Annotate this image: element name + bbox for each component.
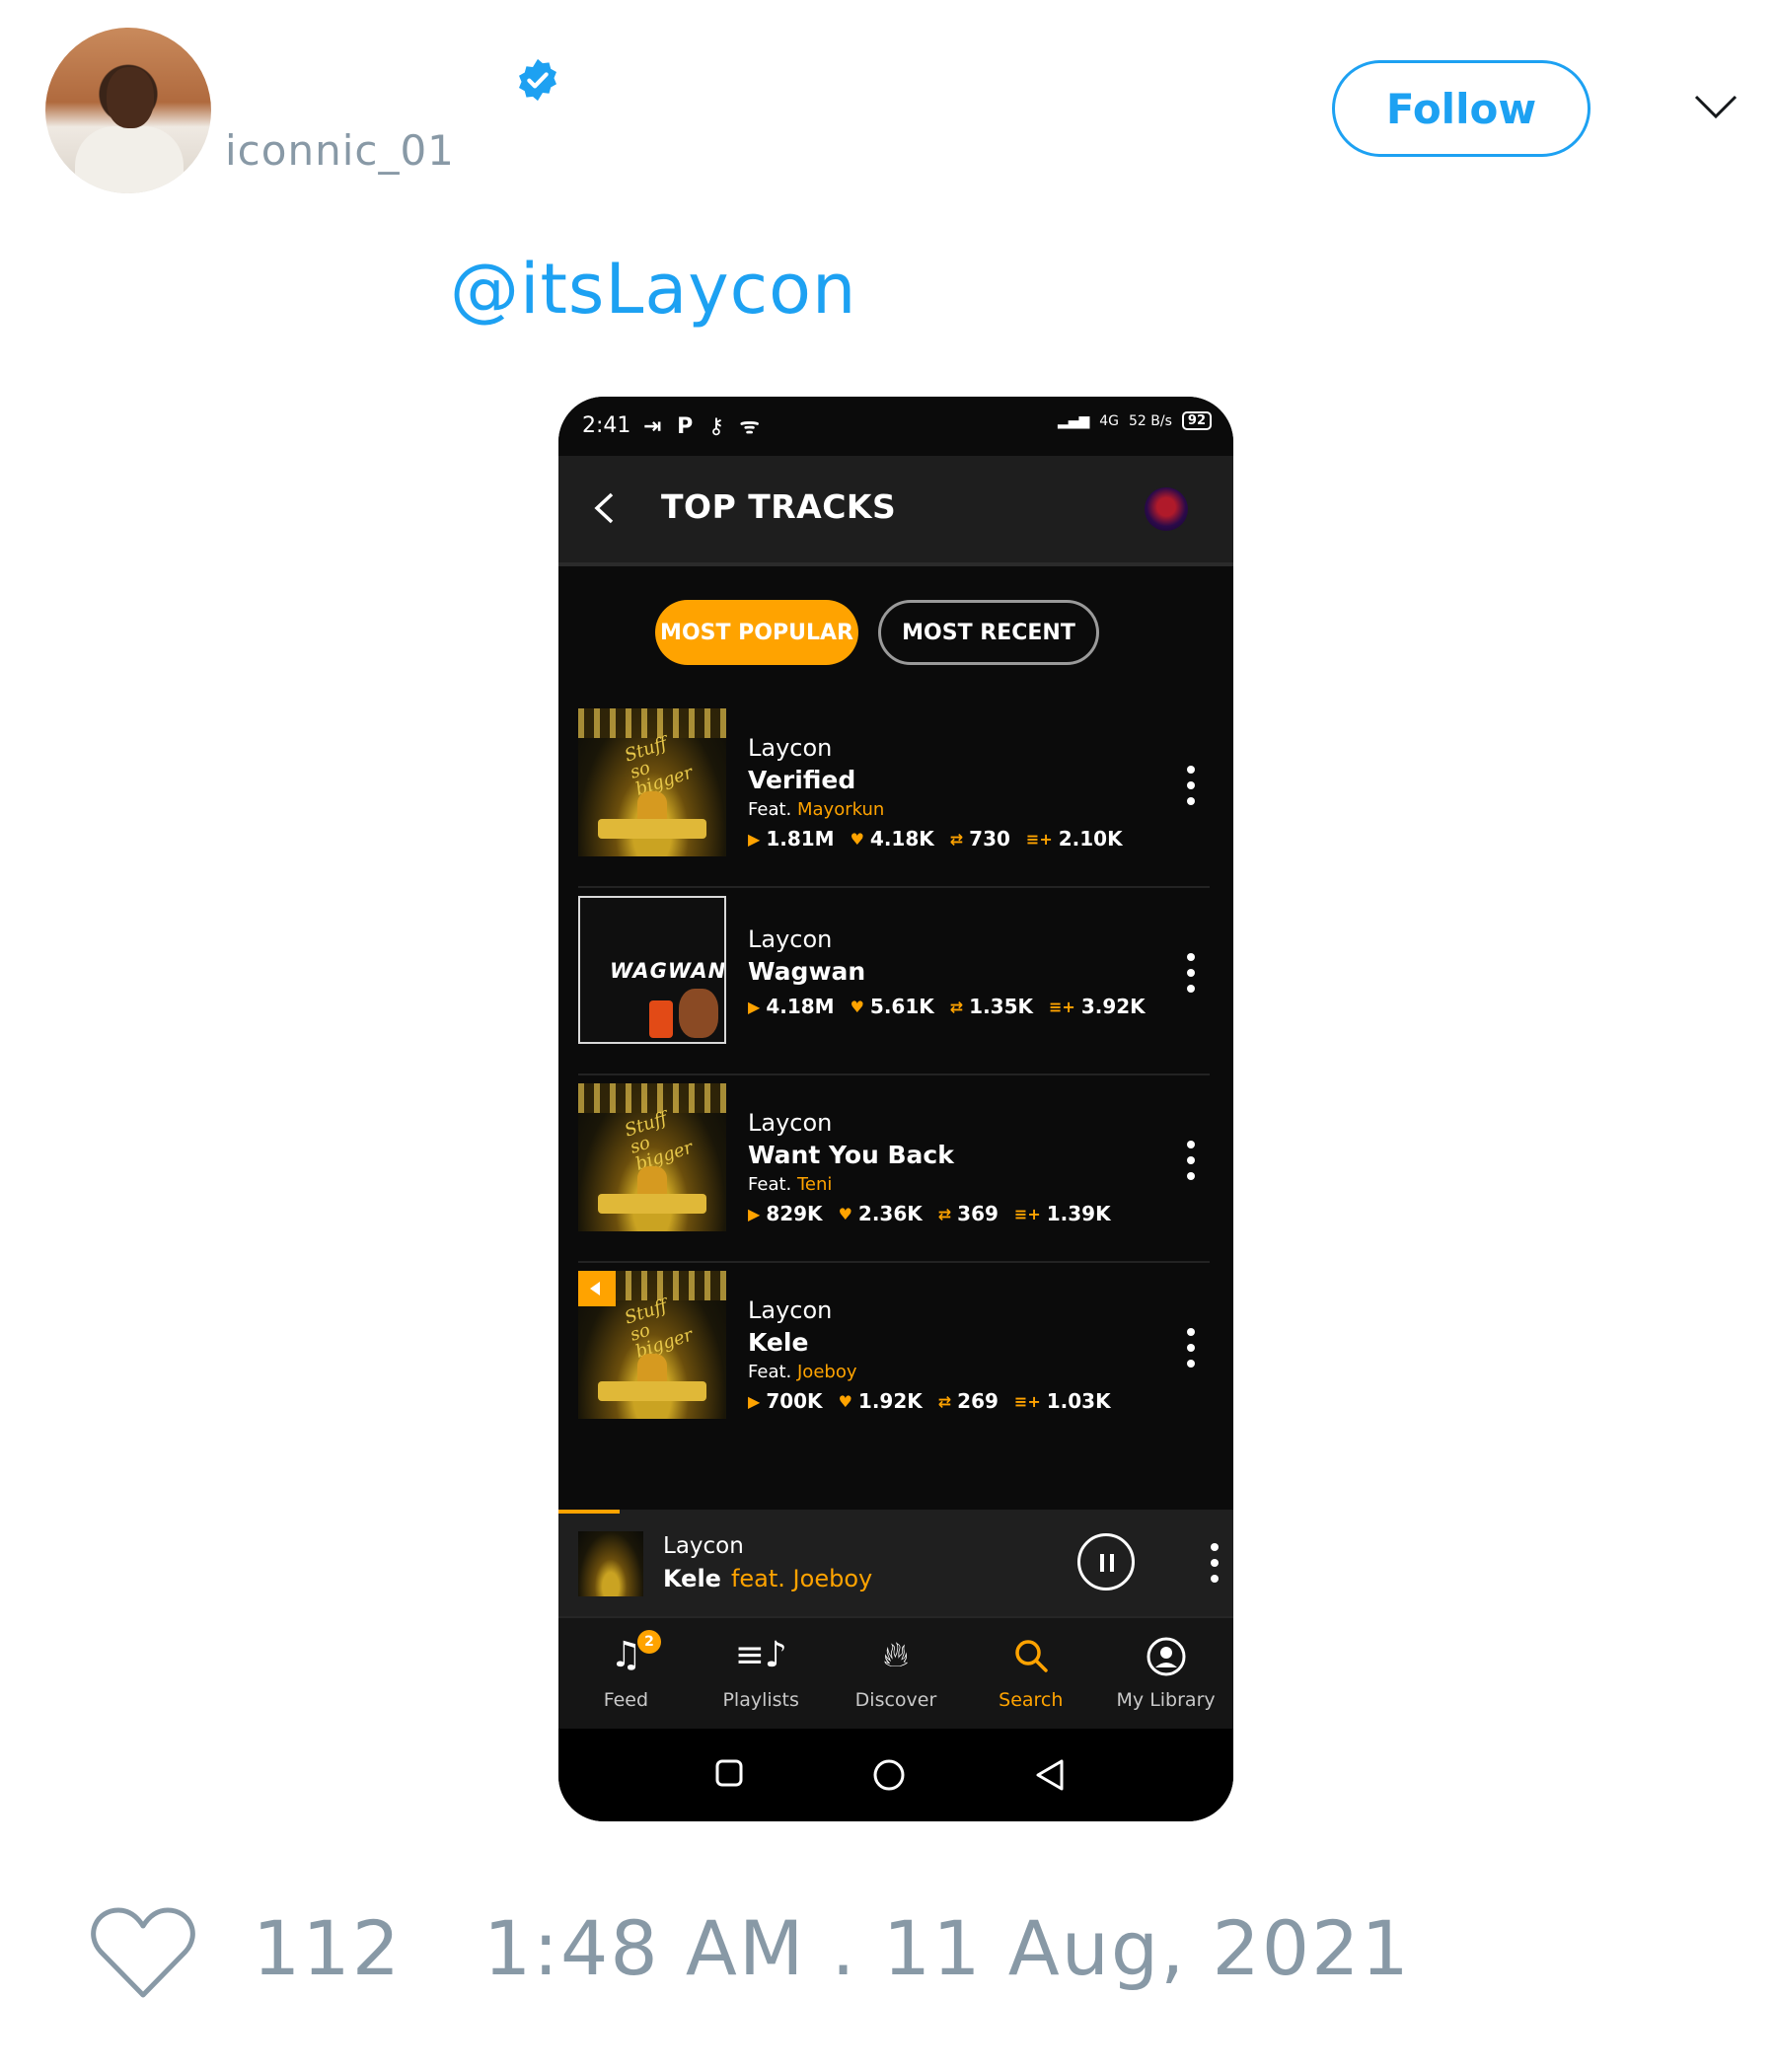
chevron-down-icon[interactable] (1692, 91, 1739, 120)
search-icon (1015, 1640, 1048, 1672)
nav-my-library[interactable]: My Library (1098, 1618, 1233, 1731)
featured-artist[interactable]: Joeboy (797, 1362, 857, 1382)
album-cover: Stuff so bigger (578, 1271, 726, 1419)
add-to-playlist-icon: ≡+ (1013, 1391, 1041, 1411)
track-title[interactable]: Wagwan (748, 957, 865, 986)
track-feat: Feat. Teni (748, 1174, 833, 1195)
add-to-playlist-icon: ≡+ (1025, 829, 1053, 849)
network-label: 4G (1099, 412, 1120, 429)
battery-icon: 92 (1181, 411, 1212, 430)
avatar-shirt (75, 126, 184, 193)
add-to-playlist-icon: ≡+ (1013, 1204, 1041, 1223)
track-stats: ▶ 4.18M ♥ 5.61K ⇄ 1.35K ≡+ 3.92K (748, 995, 1146, 1018)
avatar-head (107, 67, 154, 128)
mention-link[interactable]: @itsLaycon (450, 249, 856, 330)
nav-playlists[interactable]: ≡♪ Playlists (694, 1618, 829, 1731)
status-right-icons: ▂▄▆ 4G 52 B/s 92 (1058, 411, 1212, 430)
now-playing-icon (578, 1271, 616, 1306)
mini-player-artist: Laycon (663, 1533, 744, 1559)
nav-search[interactable]: Search (963, 1618, 1098, 1731)
album-cover: Stuff so bigger (578, 708, 726, 856)
fire-icon: 🔥︎ (882, 1635, 910, 1675)
verified-badge-icon (519, 58, 556, 102)
track-title[interactable]: Kele (748, 1328, 808, 1357)
back-arrow-icon[interactable] (592, 491, 616, 525)
status-bar: 2:41 ⇥ P ⚷ ᯤ ▂▄▆ 4G 52 B/s 92 (558, 397, 1233, 456)
notification-badge: 2 (637, 1630, 661, 1654)
user-avatar[interactable] (45, 28, 211, 193)
status-time: 2:41 (582, 413, 631, 438)
sort-tabs: MOST POPULAR MOST RECENT (655, 600, 1099, 665)
track-row[interactable]: Stuff so bigger Laycon Kele Feat. Joeboy ▶… (578, 1261, 1210, 1448)
recents-icon[interactable] (714, 1758, 744, 1788)
repost-icon: ⇄ (949, 829, 964, 849)
track-title[interactable]: Verified (748, 766, 855, 794)
track-stats: ▶ 829K ♥ 2.36K ⇄ 369 ≡+ 1.39K (748, 1202, 1111, 1225)
playback-progress[interactable] (558, 1510, 620, 1514)
username[interactable]: iconnic_01 (225, 126, 455, 175)
track-title[interactable]: Want You Back (748, 1141, 954, 1169)
track-artist[interactable]: Laycon (748, 1109, 832, 1137)
tab-most-recent[interactable]: MOST RECENT (878, 600, 1099, 665)
more-options-icon[interactable] (1186, 953, 1196, 993)
track-stats: ▶ 700K ♥ 1.92K ⇄ 269 ≡+ 1.03K (748, 1389, 1111, 1413)
nav-discover[interactable]: 🔥︎ Discover (829, 1618, 964, 1731)
phone-screenshot: 2:41 ⇥ P ⚷ ᯤ ▂▄▆ 4G 52 B/s 92 TOP TRACKS… (558, 397, 1233, 1821)
status-left-icons: ⇥ P ⚷ ᯤ (643, 414, 764, 439)
heart-icon: ♥ (850, 829, 864, 849)
speed-label: 52 B/s (1129, 412, 1172, 429)
more-options-icon[interactable] (1186, 766, 1196, 805)
tab-most-popular[interactable]: MOST POPULAR (655, 600, 858, 665)
track-row[interactable]: WAGWAN Laycon Wagwan ▶ 4.18M ♥ 5.61K ⇄ 1.35… (578, 886, 1210, 1075)
mini-player[interactable]: Laycon Kele feat. Joeboy (558, 1510, 1233, 1616)
track-artist[interactable]: Laycon (748, 925, 832, 953)
repost-icon: ⇄ (949, 997, 964, 1016)
featured-artist[interactable]: Mayorkun (797, 799, 884, 820)
pause-button[interactable] (1077, 1533, 1135, 1591)
playlists-icon: ≡♪ (734, 1635, 787, 1675)
play-icon: ▶ (748, 1204, 761, 1223)
play-icon: ▶ (748, 997, 761, 1016)
signal-icon: ▂▄▆ (1057, 412, 1090, 429)
artist-avatar[interactable] (1145, 487, 1188, 531)
page-title: TOP TRACKS (661, 487, 897, 526)
tweet-timestamp[interactable]: 1:48 AM . 11 Aug, 2021 (483, 1904, 1411, 1992)
repost-icon: ⇄ (937, 1391, 952, 1411)
system-nav-bar (558, 1729, 1233, 1821)
more-options-icon[interactable] (1210, 1543, 1220, 1583)
more-options-icon[interactable] (1186, 1328, 1196, 1368)
album-cover: Stuff so bigger (578, 1083, 726, 1231)
cover-text: WAGWAN (610, 959, 726, 983)
mini-player-title: Kele feat. Joeboy (663, 1565, 873, 1592)
repost-icon: ⇄ (937, 1204, 952, 1223)
follow-button[interactable]: Follow (1332, 60, 1591, 157)
like-count: 112 (253, 1904, 403, 1992)
track-row[interactable]: Stuff so bigger Laycon Verified Feat. Mayo… (578, 699, 1210, 888)
track-artist[interactable]: Laycon (748, 734, 832, 762)
track-stats: ▶ 1.81M ♥ 4.18K ⇄ 730 ≡+ 2.10K (748, 827, 1123, 851)
bottom-nav: ♫ 2 Feed ≡♪ Playlists 🔥︎ Discover Search (558, 1616, 1233, 1731)
play-icon: ▶ (748, 1391, 761, 1411)
app-header: TOP TRACKS (558, 456, 1233, 566)
play-icon: ▶ (748, 829, 761, 849)
nav-feed[interactable]: ♫ 2 Feed (558, 1618, 694, 1731)
heart-icon: ♥ (838, 1204, 852, 1223)
track-row[interactable]: Stuff so bigger Laycon Want You Back Feat.… (578, 1073, 1210, 1263)
back-icon[interactable] (1034, 1758, 1066, 1792)
heart-icon: ♥ (838, 1391, 852, 1411)
track-feat: Feat. Mayorkun (748, 799, 885, 820)
track-artist[interactable]: Laycon (748, 1296, 832, 1324)
featured-artist[interactable]: Teni (797, 1174, 832, 1195)
account-icon (1147, 1637, 1186, 1676)
like-heart-icon[interactable] (89, 1904, 197, 2003)
track-feat: Feat. Joeboy (748, 1362, 857, 1382)
heart-icon: ♥ (850, 997, 864, 1016)
add-to-playlist-icon: ≡+ (1049, 997, 1075, 1016)
home-icon[interactable] (872, 1758, 906, 1792)
album-cover: WAGWAN (578, 896, 726, 1044)
more-options-icon[interactable] (1186, 1141, 1196, 1180)
mini-player-cover (578, 1531, 643, 1596)
